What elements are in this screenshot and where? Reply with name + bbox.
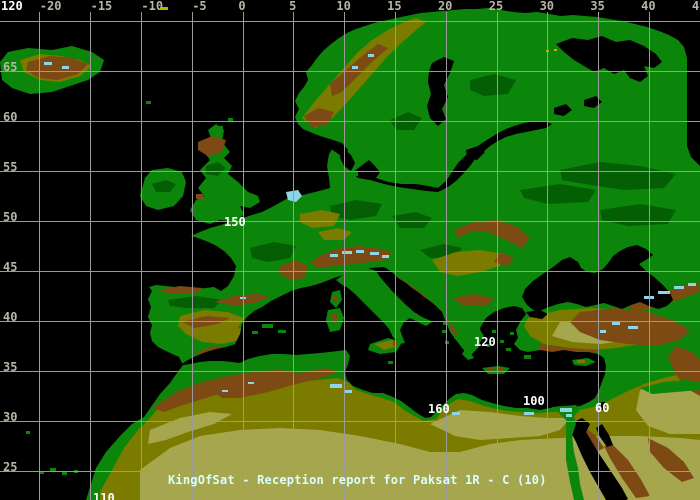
axis-label-left-55: 55 — [3, 159, 18, 174]
axis-label-left-65: 65 — [3, 59, 18, 74]
great-britain — [190, 124, 260, 224]
contour-label-120-2: 120 — [474, 335, 496, 349]
gridline-lon-10 — [344, 12, 346, 500]
shetland-faroe-islands — [146, 101, 233, 129]
gridline-lon-40 — [648, 12, 650, 500]
axis-label-top-45: 45 — [691, 0, 700, 13]
yellow-tick-marker — [160, 7, 168, 10]
axis-label-left-45: 45 — [3, 259, 18, 274]
axis-label-left-30: 30 — [3, 409, 18, 424]
gridline-lat-30 — [0, 421, 700, 422]
gridline-lon-20 — [445, 12, 447, 500]
axis-label-top-15: 15 — [387, 0, 402, 13]
axis-label-top-5: 5 — [289, 0, 297, 13]
axis-label-top-35: 35 — [590, 0, 605, 13]
gridline-lat-45 — [0, 271, 700, 272]
gridline-lon-35 — [598, 12, 600, 500]
axis-label-top--5: -5 — [192, 0, 207, 13]
gridline-lon--10 — [140, 12, 142, 500]
gridline-lat-25 — [0, 471, 700, 472]
axis-label-top-20: 20 — [437, 0, 453, 13]
axis-label-left-50: 50 — [3, 209, 18, 224]
contour-label-120-0: 120 — [1, 0, 23, 13]
map-title: KingOfSat - Reception report for Paksat … — [168, 473, 547, 487]
contour-label-150-1: 150 — [224, 215, 246, 229]
gridline-lat-60 — [0, 121, 700, 122]
gridline-lat-70 — [0, 21, 700, 22]
contour-label-160-3: 160 — [428, 402, 450, 416]
axis-label-left-25: 25 — [3, 459, 18, 474]
gridline-lon-25 — [496, 12, 498, 500]
gridline-lat-40 — [0, 321, 700, 322]
canary-madeira-islands — [26, 431, 78, 475]
axis-label-top-40: 40 — [641, 0, 656, 13]
gridline-lat-35 — [0, 371, 700, 372]
gridline-lon-15 — [394, 12, 396, 500]
europe-map-svg — [0, 0, 700, 500]
contour-label-110-6: 110 — [93, 491, 115, 500]
axis-label-top-0: 0 — [238, 0, 246, 13]
gridline-lat-55 — [0, 171, 700, 172]
barents-margin — [687, 0, 700, 164]
satellite-reception-map: -20 -15 -10 -5 0 5 10 15 20 25 30 35 40 45 65 60 55 50 45 4… — [0, 0, 700, 500]
axis-label-top--10: -10 — [141, 0, 164, 13]
axis-label-top-25: 25 — [488, 0, 504, 13]
gridline-lon-30 — [547, 12, 549, 500]
gridline-lon--15 — [90, 12, 92, 500]
contour-label-100-4: 100 — [523, 394, 545, 408]
gridline-lon--20 — [39, 12, 41, 500]
axis-label-top-10: 10 — [336, 0, 351, 13]
axis-label-top-30: 30 — [539, 0, 555, 13]
contour-label-60-5: 60 — [595, 401, 610, 415]
axis-label-left-60: 60 — [3, 109, 18, 124]
axis-label-left-35: 35 — [3, 359, 18, 374]
gridline-lat-65 — [0, 71, 700, 72]
axis-label-top--20: -20 — [39, 0, 62, 13]
axis-label-top--15: -15 — [90, 0, 113, 13]
axis-label-left-40: 40 — [3, 309, 18, 324]
gridline-lon-0 — [242, 12, 244, 500]
gridline-lon-5 — [293, 12, 295, 500]
gridline-lon--5 — [191, 12, 193, 500]
gridline-lat-50 — [0, 221, 700, 222]
